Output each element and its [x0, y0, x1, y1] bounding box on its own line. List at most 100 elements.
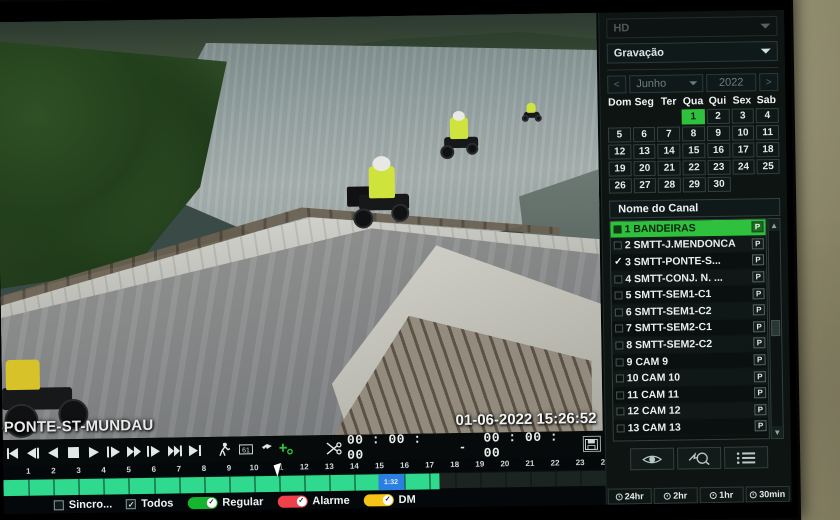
legend-regular[interactable]: Regular — [187, 496, 263, 510]
timeline-playhead[interactable]: 1:32 — [377, 473, 405, 491]
channel-preview-button[interactable]: P — [751, 238, 764, 250]
calendar-year-field[interactable]: 2022 — [706, 73, 757, 93]
channel-preview-button[interactable]: P — [754, 387, 767, 399]
add-tag-icon[interactable] — [278, 441, 293, 457]
calendar-day-22[interactable]: 22 — [682, 160, 706, 176]
channel-checkbox[interactable] — [616, 424, 625, 433]
channel-row[interactable]: 13 CAM 13 P — [613, 418, 769, 438]
skip-end-icon[interactable] — [187, 442, 202, 458]
stop-icon[interactable] — [66, 444, 81, 460]
mode-dropdown[interactable]: Gravação — [606, 40, 778, 64]
calendar-day-15[interactable]: 15 — [682, 143, 706, 159]
calendar-day-8[interactable]: 8 — [682, 126, 706, 142]
calendar-day-5[interactable]: 5 — [607, 127, 631, 143]
calendar-day-9[interactable]: 9 — [706, 125, 730, 142]
calendar-day-3[interactable]: 3 — [731, 108, 755, 124]
channel-checkbox[interactable] — [614, 274, 623, 284]
sincro-checkbox[interactable] — [53, 500, 64, 511]
video-playback-area[interactable]: -PONTE-ST-MUNDAU 01-06-2022 15:26:52 — [0, 12, 603, 441]
calendar-day-1[interactable]: 1 — [681, 109, 705, 125]
calendar-day-24[interactable]: 24 — [732, 159, 755, 175]
calendar-day-14[interactable]: 14 — [657, 143, 681, 159]
alarme-toggle[interactable] — [277, 495, 308, 508]
channel-preview-button[interactable]: P — [751, 254, 765, 266]
legend-dm[interactable]: DM — [363, 494, 416, 507]
chevron-up-icon[interactable]: ▲ — [768, 218, 780, 232]
channel-checkbox[interactable] — [614, 291, 623, 300]
calendar-day-28[interactable]: 28 — [658, 177, 682, 193]
channel-preview-button[interactable]: P — [754, 403, 767, 416]
scissors-icon[interactable] — [326, 440, 342, 456]
calendar-day-7[interactable]: 7 — [657, 126, 681, 142]
calendar-month-dropdown[interactable]: Junho — [629, 74, 704, 94]
channel-preview-button[interactable]: P — [752, 287, 765, 300]
play-icon[interactable] — [86, 444, 101, 460]
channel-preview-button[interactable]: P — [752, 271, 765, 283]
eye-icon[interactable] — [629, 447, 674, 471]
calendar-next-button[interactable]: > — [759, 72, 779, 92]
range-button-1hr[interactable]: 1hr — [699, 486, 744, 504]
channel-preview-button[interactable]: P — [751, 221, 764, 233]
channel-preview-button[interactable]: P — [754, 420, 767, 432]
storage-dropdown[interactable]: HD — [606, 15, 778, 39]
pin-icon[interactable] — [258, 441, 273, 457]
floppy-save-icon[interactable] — [582, 435, 602, 453]
calendar-day-23[interactable]: 23 — [707, 159, 731, 176]
regular-toggle[interactable] — [187, 496, 218, 510]
play-reverse-icon[interactable] — [46, 444, 61, 460]
calendar-day-26[interactable]: 26 — [608, 178, 632, 194]
skip-start-icon[interactable] — [6, 445, 21, 461]
calendar-day-11[interactable]: 11 — [756, 124, 780, 141]
calendar-day-17[interactable]: 17 — [731, 142, 755, 158]
calendar-day-16[interactable]: 16 — [707, 142, 730, 159]
calendar-day-20[interactable]: 20 — [633, 160, 657, 177]
calendar-day-12[interactable]: 12 — [608, 144, 632, 160]
chevron-down-icon[interactable]: ▼ — [771, 425, 783, 439]
range-button-30min[interactable]: 30min — [745, 485, 790, 503]
calendar-day-2[interactable]: 2 — [706, 108, 730, 125]
range-button-2hr[interactable]: 2hr — [653, 487, 698, 504]
channel-checkbox[interactable] — [616, 391, 625, 400]
todos-option[interactable]: ✓ Todos — [126, 497, 173, 510]
next-icon[interactable] — [167, 442, 182, 458]
clip-start-time[interactable]: 00 : 00 : 00 — [347, 431, 442, 463]
calendar-day-10[interactable]: 10 — [731, 125, 755, 141]
calendar-day-18[interactable]: 18 — [756, 141, 780, 158]
channel-checkbox[interactable] — [615, 374, 624, 383]
list-icon[interactable] — [723, 446, 768, 469]
calendar-prev-button[interactable]: < — [607, 75, 627, 94]
person-detect-icon[interactable] — [218, 442, 233, 458]
step-back-icon[interactable] — [26, 445, 41, 461]
slow-forward-icon[interactable] — [106, 443, 121, 459]
calendar-day-30[interactable]: 30 — [707, 176, 731, 193]
channel-scrollbar[interactable]: ▲ ▼ — [767, 217, 784, 440]
channel-checkbox[interactable] — [613, 241, 622, 250]
calendar-day-25[interactable]: 25 — [756, 158, 780, 175]
dm-toggle[interactable] — [363, 494, 394, 507]
channel-preview-button[interactable]: P — [752, 304, 765, 316]
todos-checkbox[interactable]: ✓ — [126, 499, 137, 510]
smart-search-icon[interactable] — [676, 446, 721, 470]
calendar-day-6[interactable]: 6 — [632, 126, 656, 143]
calendar-day-13[interactable]: 13 — [632, 143, 656, 160]
calendar-day-4[interactable]: 4 — [755, 107, 779, 124]
channel-checkbox[interactable] — [614, 308, 623, 317]
channel-preview-button[interactable]: P — [753, 321, 766, 333]
channel-checkbox[interactable] — [615, 324, 624, 333]
channel-preview-button[interactable]: P — [753, 370, 766, 383]
calendar-day-29[interactable]: 29 — [682, 177, 706, 193]
channel-preview-button[interactable]: P — [753, 354, 766, 366]
channel-checkbox[interactable] — [615, 357, 624, 367]
clip-end-time[interactable]: 00 : 00 : 00 — [483, 429, 578, 460]
range-button-24hr[interactable]: 24hr — [607, 487, 652, 505]
zoom-region-icon[interactable]: 61 — [238, 441, 253, 457]
frame-forward-icon[interactable] — [147, 443, 162, 459]
channel-checkbox[interactable] — [613, 225, 622, 234]
calendar-day-27[interactable]: 27 — [633, 177, 657, 194]
channel-checkbox[interactable] — [615, 341, 624, 350]
fast-forward-icon[interactable] — [127, 443, 142, 459]
channel-checkbox[interactable] — [616, 407, 625, 416]
calendar-day-19[interactable]: 19 — [608, 161, 632, 177]
channel-preview-button[interactable]: P — [753, 337, 766, 349]
legend-alarme[interactable]: Alarme — [277, 495, 350, 508]
